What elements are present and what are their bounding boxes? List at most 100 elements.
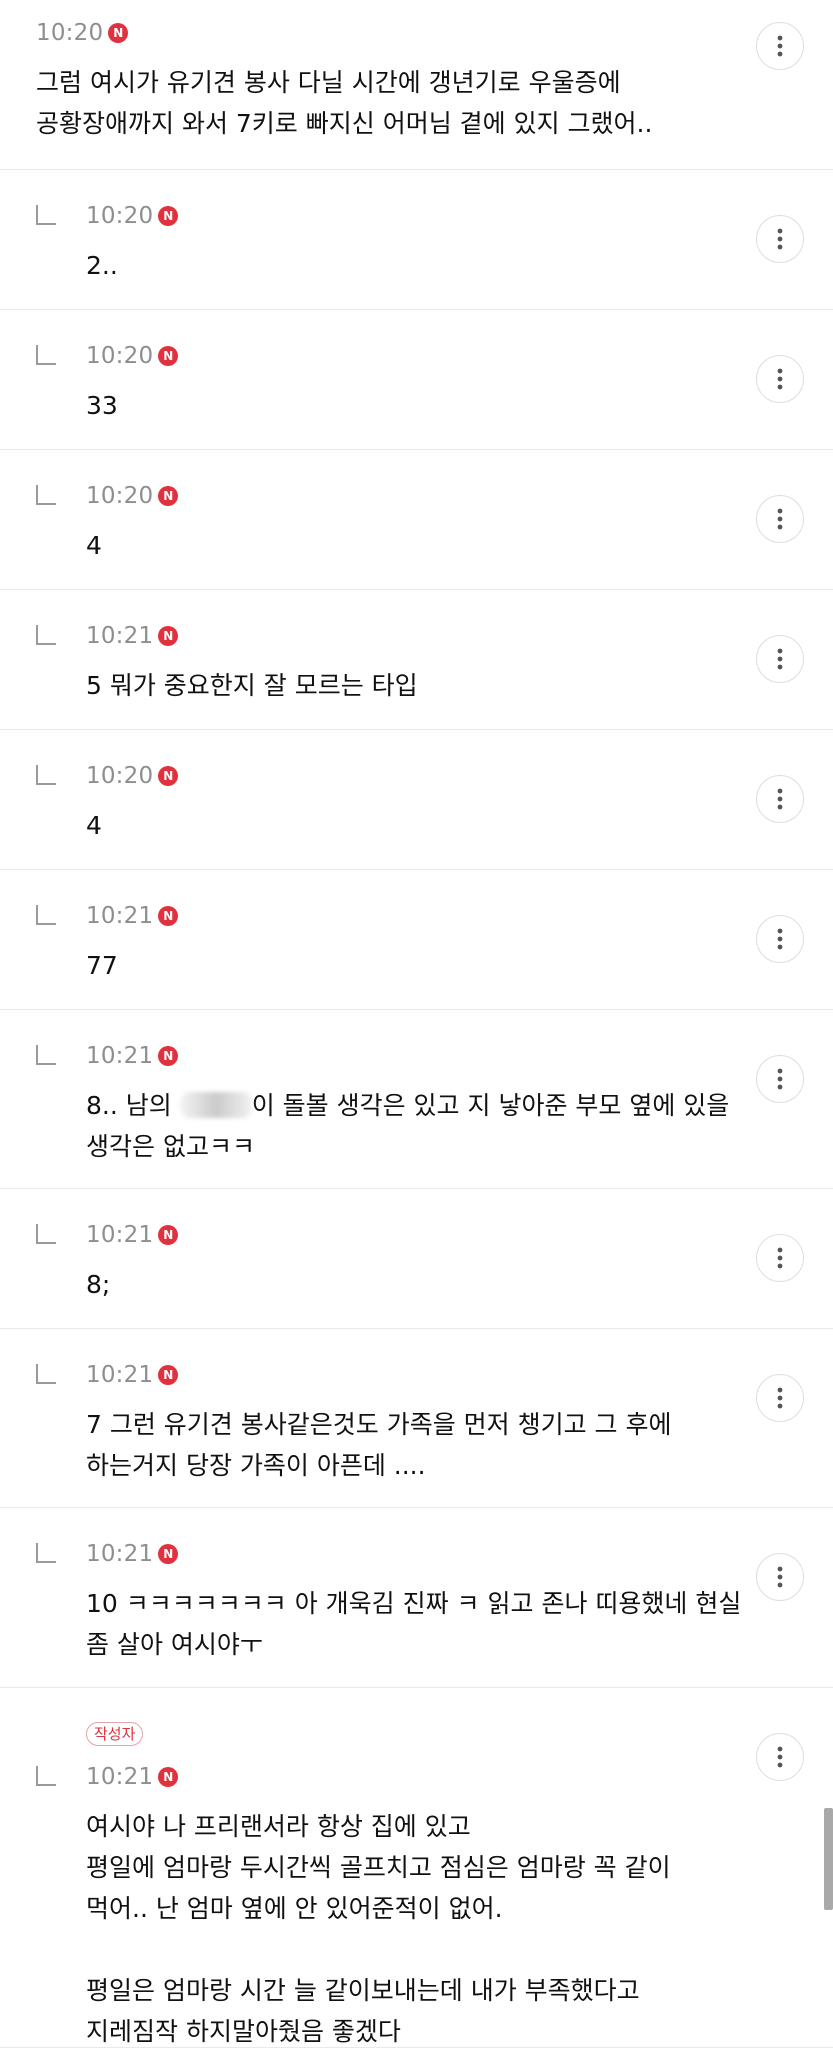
more-options-button[interactable]: [756, 1055, 804, 1103]
redaction-blur: [179, 1092, 252, 1118]
more-vertical-icon: [777, 368, 783, 390]
comment-item: 10:20 N 그럼 여시가 유기견 봉사 다닐 시간에 갱년기로 우울증에 공황장…: [0, 0, 833, 170]
more-vertical-icon: [777, 1387, 783, 1409]
comment-text: 5 뭐가 중요한지 잘 모르는 타입: [86, 671, 418, 700]
comment-meta: 10:20 N: [86, 763, 179, 789]
comment-meta: 10:21 N: [86, 623, 179, 649]
comment-timestamp: 10:20: [36, 20, 104, 46]
comment-timestamp: 10:21: [86, 623, 154, 649]
comment-list: 10:20 N 그럼 여시가 유기견 봉사 다닐 시간에 갱년기로 우울증에 공황장…: [0, 0, 833, 2048]
more-vertical-icon: [777, 228, 783, 250]
comment-item: 10:21 N 8.. 남의 이 돌볼 생각은 있고 지 낳아준 부모 옆에 있을 …: [0, 1010, 833, 1189]
more-vertical-icon: [777, 648, 783, 670]
comment-timestamp: 10:20: [86, 763, 154, 789]
more-vertical-icon: [777, 508, 783, 530]
scrollbar[interactable]: [824, 1808, 833, 1910]
reply-arrow-icon: [36, 765, 56, 785]
new-badge-icon: N: [158, 486, 179, 506]
more-vertical-icon: [777, 1247, 783, 1269]
new-badge-icon: N: [158, 1046, 179, 1066]
reply-arrow-icon: [36, 625, 56, 645]
comment-timestamp: 10:20: [86, 203, 154, 229]
comment-text: 7 그런 유기견 봉사같은것도 가족을 먼저 챙기고 그 후에 하는거지 당장 …: [86, 1410, 672, 1480]
more-vertical-icon: [777, 1566, 783, 1588]
comment-meta: 10:20 N: [86, 483, 179, 509]
more-vertical-icon: [777, 928, 783, 950]
comment-meta: 10:21 N: [86, 1362, 179, 1388]
reply-arrow-icon: [36, 1045, 56, 1065]
comment-meta: 10:21 N: [86, 1043, 179, 1069]
comment-meta: 10:21 N: [86, 1541, 179, 1567]
reply-arrow-icon: [36, 905, 56, 925]
more-options-button[interactable]: [756, 1733, 804, 1781]
comment-text: 2..: [86, 251, 118, 280]
comment-item: 10:21 N 77: [0, 870, 833, 1010]
more-options-button[interactable]: [756, 22, 804, 70]
comment-timestamp: 10:21: [86, 1043, 154, 1069]
more-options-button[interactable]: [756, 1553, 804, 1601]
new-badge-icon: N: [158, 626, 179, 646]
more-options-button[interactable]: [756, 635, 804, 683]
comment-text: 4: [86, 531, 102, 560]
comment-item: 10:21 N 10 ㅋㅋㅋㅋㅋㅋㅋ 아 개욱김 진짜 ㅋ 읽고 존나 띠용했네 현…: [0, 1508, 833, 1688]
comment-text: 8;: [86, 1270, 111, 1299]
comment-meta: 10:20 N: [86, 343, 179, 369]
comment-meta: 10:21 N: [86, 903, 179, 929]
new-badge-icon: N: [158, 346, 179, 366]
new-badge-icon: N: [158, 906, 179, 926]
comment-meta: 10:20 N: [36, 20, 129, 46]
comment-timestamp: 10:21: [86, 1222, 154, 1248]
comment-item: 10:21 N 7 그런 유기견 봉사같은것도 가족을 먼저 챙기고 그 후에 하는…: [0, 1329, 833, 1508]
reply-arrow-icon: [36, 345, 56, 365]
comment-timestamp: 10:21: [86, 1362, 154, 1388]
comment-meta: 10:20 N: [86, 203, 179, 229]
reply-arrow-icon: [36, 1766, 56, 1786]
more-options-button[interactable]: [756, 775, 804, 823]
comment-item: 10:20 N 2..: [0, 170, 833, 310]
reply-arrow-icon: [36, 1224, 56, 1244]
comment-text: 4: [86, 811, 102, 840]
reply-arrow-icon: [36, 1364, 56, 1384]
more-options-button[interactable]: [756, 1234, 804, 1282]
comment-timestamp: 10:21: [86, 903, 154, 929]
new-badge-icon: N: [158, 1225, 179, 1245]
more-options-button[interactable]: [756, 355, 804, 403]
comment-text: 33: [86, 391, 118, 420]
more-vertical-icon: [777, 1068, 783, 1090]
new-badge-icon: N: [158, 1365, 179, 1385]
new-badge-icon: N: [158, 1767, 179, 1787]
more-options-button[interactable]: [756, 495, 804, 543]
reply-arrow-icon: [36, 1543, 56, 1563]
more-options-button[interactable]: [756, 215, 804, 263]
comment-text: 10 ㅋㅋㅋㅋㅋㅋㅋ 아 개욱김 진짜 ㅋ 읽고 존나 띠용했네 현실 좀 살아…: [86, 1589, 742, 1659]
comment-item: 10:21 N 5 뭐가 중요한지 잘 모르는 타입: [0, 590, 833, 730]
comment-item: 10:20 N 4: [0, 450, 833, 590]
more-vertical-icon: [777, 35, 783, 57]
comment-meta: 10:21 N: [86, 1222, 179, 1248]
comment-timestamp: 10:20: [86, 483, 154, 509]
comment-item: 10:20 N 33: [0, 310, 833, 450]
reply-arrow-icon: [36, 205, 56, 225]
comment-text: 77: [86, 951, 118, 980]
comment-text: 8.. 남의 이 돌볼 생각은 있고 지 낳아준 부모 옆에 있을 생각은 없고…: [86, 1085, 766, 1167]
comment-item: 작성자 10:21 N 여시야 나 프리랜서라 항상 집에 있고 평일에 엄마랑 두시…: [0, 1688, 833, 2048]
comment-timestamp: 10:21: [86, 1541, 154, 1567]
comment-text-part: 8.. 남의: [86, 1091, 180, 1120]
comment-meta: 10:21 N: [86, 1764, 179, 1790]
comment-timestamp: 10:21: [86, 1764, 154, 1790]
comment-text: 그럼 여시가 유기견 봉사 다닐 시간에 갱년기로 우울증에 공황장애까지 와서…: [36, 68, 653, 138]
comment-text: 여시야 나 프리랜서라 항상 집에 있고 평일에 엄마랑 두시간씩 골프치고 점…: [86, 1812, 671, 2046]
more-options-button[interactable]: [756, 915, 804, 963]
author-badge: 작성자: [86, 1722, 144, 1746]
new-badge-icon: N: [108, 23, 129, 43]
new-badge-icon: N: [158, 1544, 179, 1564]
more-vertical-icon: [777, 788, 783, 810]
new-badge-icon: N: [158, 766, 179, 786]
comment-item: 10:21 N 8;: [0, 1189, 833, 1329]
reply-arrow-icon: [36, 485, 56, 505]
comment-item: 10:20 N 4: [0, 730, 833, 870]
new-badge-icon: N: [158, 206, 179, 226]
comment-timestamp: 10:20: [86, 343, 154, 369]
more-vertical-icon: [777, 1746, 783, 1768]
more-options-button[interactable]: [756, 1374, 804, 1422]
